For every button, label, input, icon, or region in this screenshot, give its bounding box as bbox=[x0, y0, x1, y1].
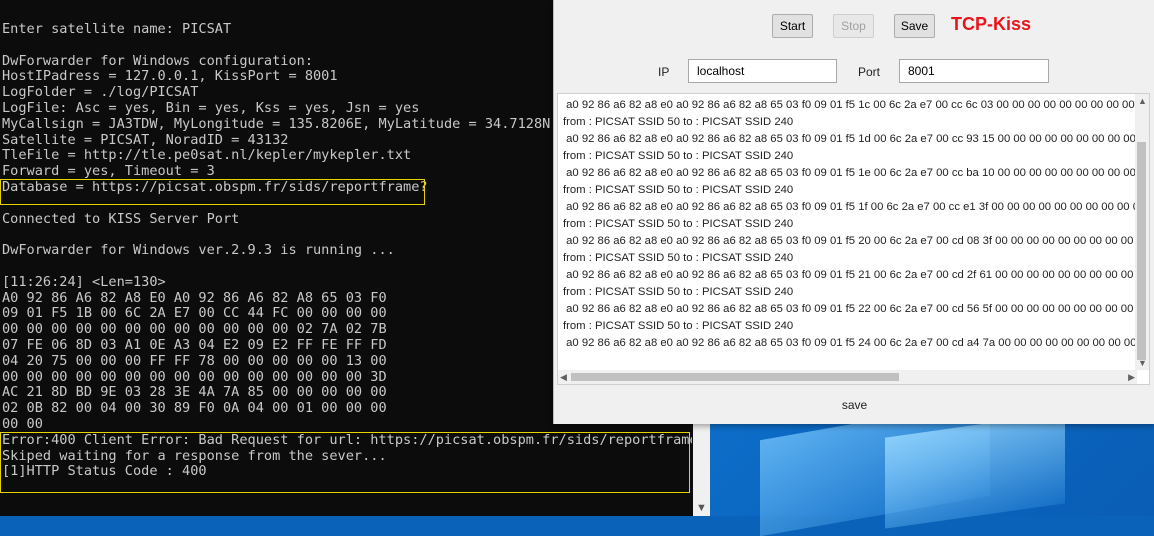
log-from-line: from : PICSAT SSID 50 to : PICSAT SSID 2… bbox=[563, 150, 794, 162]
port-input[interactable]: 8001 bbox=[899, 59, 1049, 83]
packet-log-lines: a0 92 86 a6 82 a8 e0 a0 92 86 a6 82 a8 6… bbox=[563, 97, 1150, 352]
scroll-down-icon[interactable]: ▼ bbox=[1138, 358, 1147, 368]
log-hex-line: a0 92 86 a6 82 a8 e0 a0 92 86 a6 82 a8 6… bbox=[563, 269, 1150, 281]
log-from-line: from : PICSAT SSID 50 to : PICSAT SSID 2… bbox=[563, 286, 794, 298]
log-horizontal-thumb[interactable] bbox=[571, 373, 899, 381]
packet-log[interactable]: a0 92 86 a6 82 a8 e0 a0 92 86 a6 82 a8 6… bbox=[557, 93, 1150, 385]
tcp-kiss-window: Start Stop Save TCP-Kiss IP localhost Po… bbox=[553, 0, 1154, 424]
app-title: TCP-Kiss bbox=[951, 14, 1032, 34]
log-from-line: from : PICSAT SSID 50 to : PICSAT SSID 2… bbox=[563, 252, 794, 264]
save-footer-label[interactable]: save bbox=[554, 398, 1154, 412]
log-vertical-thumb[interactable] bbox=[1137, 142, 1146, 360]
scroll-right-icon[interactable]: ▶ bbox=[1128, 372, 1135, 383]
log-from-line: from : PICSAT SSID 50 to : PICSAT SSID 2… bbox=[563, 218, 794, 230]
log-hex-line: a0 92 86 a6 82 a8 e0 a0 92 86 a6 82 a8 6… bbox=[563, 201, 1150, 213]
save-button[interactable]: Save bbox=[894, 14, 935, 38]
scroll-down-icon[interactable]: ▼ bbox=[696, 502, 707, 514]
log-horizontal-scrollbar[interactable]: ◀ ▶ bbox=[558, 370, 1137, 384]
log-hex-line: a0 92 86 a6 82 a8 e0 a0 92 86 a6 82 a8 6… bbox=[563, 303, 1150, 315]
log-hex-line: a0 92 86 a6 82 a8 e0 a0 92 86 a6 82 a8 6… bbox=[563, 337, 1150, 349]
scroll-left-icon[interactable]: ◀ bbox=[560, 372, 567, 383]
port-label: Port bbox=[858, 65, 881, 79]
log-hex-line: a0 92 86 a6 82 a8 e0 a0 92 86 a6 82 a8 6… bbox=[563, 235, 1150, 247]
console-line: [1]HTTP Status Code : 400 bbox=[2, 463, 207, 480]
console-line: Skiped waiting for a response from the s… bbox=[2, 447, 387, 464]
log-hex-line: a0 92 86 a6 82 a8 e0 a0 92 86 a6 82 a8 6… bbox=[563, 133, 1150, 145]
start-button[interactable]: Start bbox=[772, 14, 813, 38]
ip-input[interactable]: localhost bbox=[688, 59, 837, 83]
log-hex-line: a0 92 86 a6 82 a8 e0 a0 92 86 a6 82 a8 6… bbox=[563, 167, 1150, 179]
log-from-line: from : PICSAT SSID 50 to : PICSAT SSID 2… bbox=[563, 184, 794, 196]
log-vertical-scrollbar[interactable]: ▲ ▼ bbox=[1135, 94, 1149, 370]
log-hex-line: a0 92 86 a6 82 a8 e0 a0 92 86 a6 82 a8 6… bbox=[563, 99, 1150, 111]
stop-button[interactable]: Stop bbox=[833, 14, 874, 38]
console-line: Error:400 Client Error: Bad Request for … bbox=[2, 431, 692, 448]
ip-label: IP bbox=[658, 65, 670, 79]
scroll-up-icon[interactable]: ▲ bbox=[1138, 96, 1147, 106]
log-from-line: from : PICSAT SSID 50 to : PICSAT SSID 2… bbox=[563, 116, 794, 128]
log-from-line: from : PICSAT SSID 50 to : PICSAT SSID 2… bbox=[563, 320, 794, 332]
